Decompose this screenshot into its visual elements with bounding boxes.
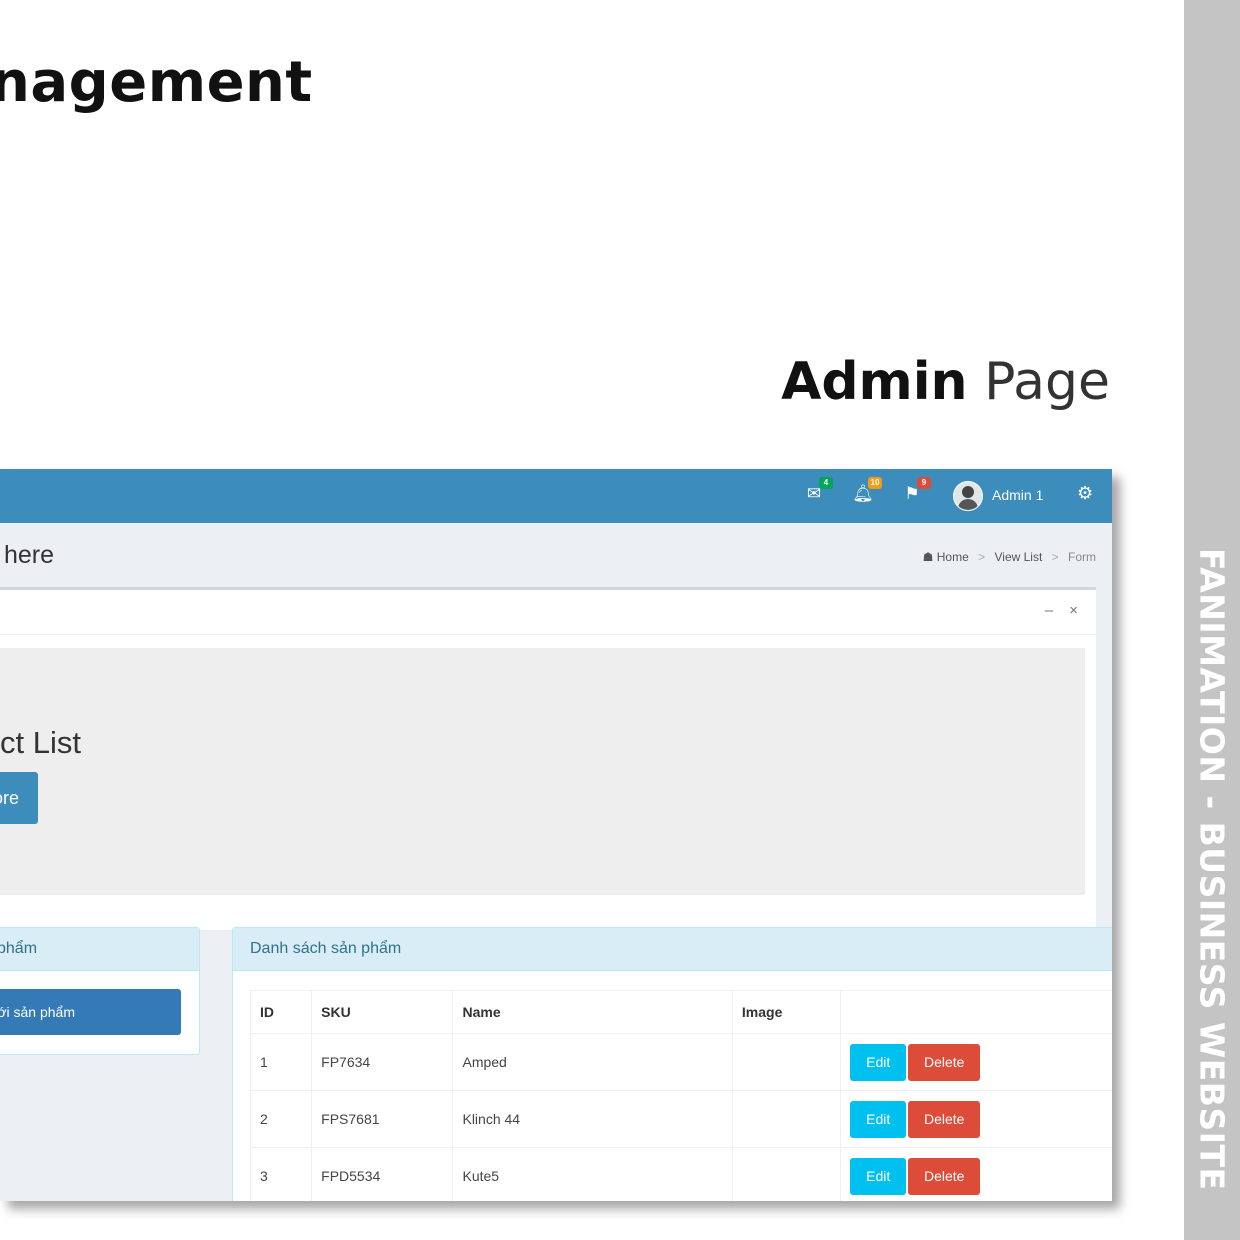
collapse-icon[interactable]: –	[1045, 602, 1053, 619]
cell-id: 3	[249, 1147, 313, 1201]
side-label: FANIMATION - BUSINESS WEBSITE	[1192, 548, 1232, 1191]
column-image: Image	[731, 990, 842, 1034]
delete-button[interactable]: Delete	[908, 1100, 981, 1138]
add-product-button[interactable]: ới sản phẩm	[0, 989, 181, 1035]
messages-icon[interactable]: ✉ 4	[803, 477, 833, 505]
jumbotron-title: ct List	[0, 725, 81, 760]
column-sku: SKU	[311, 990, 454, 1034]
table-row: 2 FPS7681 Klinch 44 Edit Delete	[249, 1090, 1112, 1148]
cell-image	[731, 1090, 842, 1148]
cell-sku: FP7634	[311, 1033, 454, 1091]
table-row: 1 FP7634 Amped Edit Delete	[249, 1033, 1112, 1091]
avatar[interactable]	[953, 481, 983, 511]
column-name: Name	[452, 990, 733, 1034]
cell-name: Klinch 44	[452, 1090, 733, 1148]
tasks-badge: 9	[917, 477, 931, 489]
edit-button[interactable]: Edit	[850, 1157, 907, 1195]
notifications-badge: 10	[868, 477, 882, 489]
product-list-title: Danh sách sản phẩm	[233, 928, 1112, 971]
close-icon[interactable]: ×	[1069, 602, 1078, 619]
cell-name: Kute5	[452, 1147, 733, 1201]
section-title-bold: Admin	[781, 352, 968, 412]
top-navbar: ✉ 4 🔔︎ 10 ⚑ 9 Admin 1 ⚙	[0, 469, 1112, 523]
add-product-panel: phẩm ới sản phẩm	[0, 927, 200, 1055]
cell-image	[731, 1147, 842, 1201]
table-row: 3 FPD5534 Kute5 Edit Delete	[249, 1147, 1112, 1201]
content-header: here ☗ Home > View List > Form	[0, 523, 1112, 587]
column-id: ID	[249, 990, 313, 1034]
main-box: – × ct List ore	[0, 587, 1096, 930]
cell-image	[731, 1033, 842, 1091]
gears-icon[interactable]: ⚙	[1077, 483, 1093, 504]
bell-icon[interactable]: 🔔︎ 10	[852, 477, 882, 505]
box-tools: – ×	[1033, 602, 1078, 619]
product-table: ID SKU Name Image 1 FP7634 Amped Edit Del…	[249, 990, 1112, 1201]
slide-title: nagement	[0, 50, 313, 115]
column-actions	[840, 990, 1112, 1034]
add-product-panel-title: phẩm	[0, 928, 199, 971]
messages-badge: 4	[819, 477, 833, 489]
breadcrumb-view-list[interactable]: View List	[994, 550, 1042, 564]
jumbotron: ct List ore	[0, 648, 1085, 895]
edit-button[interactable]: Edit	[850, 1100, 907, 1138]
admin-screenshot: ✉ 4 🔔︎ 10 ⚑ 9 Admin 1 ⚙ here ☗ Home > Vi…	[0, 469, 1112, 1201]
cell-actions: Edit Delete	[840, 1033, 1112, 1091]
edit-button[interactable]: Edit	[850, 1043, 907, 1081]
learn-more-button[interactable]: ore	[0, 772, 38, 824]
cell-actions: Edit Delete	[840, 1147, 1112, 1201]
flag-icon[interactable]: ⚑ 9	[901, 477, 931, 505]
cell-sku: FPS7681	[311, 1090, 454, 1148]
page-title: here	[4, 541, 55, 569]
breadcrumb-form: Form	[1068, 550, 1096, 564]
table-header-row: ID SKU Name Image	[249, 990, 1112, 1034]
cell-sku: FPD5534	[311, 1147, 454, 1201]
user-name[interactable]: Admin 1	[992, 487, 1043, 503]
delete-button[interactable]: Delete	[908, 1043, 981, 1081]
section-title-light: Page	[984, 352, 1110, 412]
section-title: Admin Page	[781, 352, 1110, 412]
breadcrumb: ☗ Home > View List > Form	[922, 550, 1096, 564]
cell-id: 2	[249, 1090, 313, 1148]
cell-name: Amped	[452, 1033, 733, 1091]
cell-id: 1	[249, 1033, 313, 1091]
breadcrumb-home[interactable]: Home	[937, 550, 969, 564]
dashboard-icon: ☗	[922, 550, 934, 564]
delete-button[interactable]: Delete	[908, 1157, 981, 1195]
cell-actions: Edit Delete	[840, 1090, 1112, 1148]
product-list-panel: Danh sách sản phẩm ID SKU Name Image 1 F…	[232, 927, 1112, 1201]
